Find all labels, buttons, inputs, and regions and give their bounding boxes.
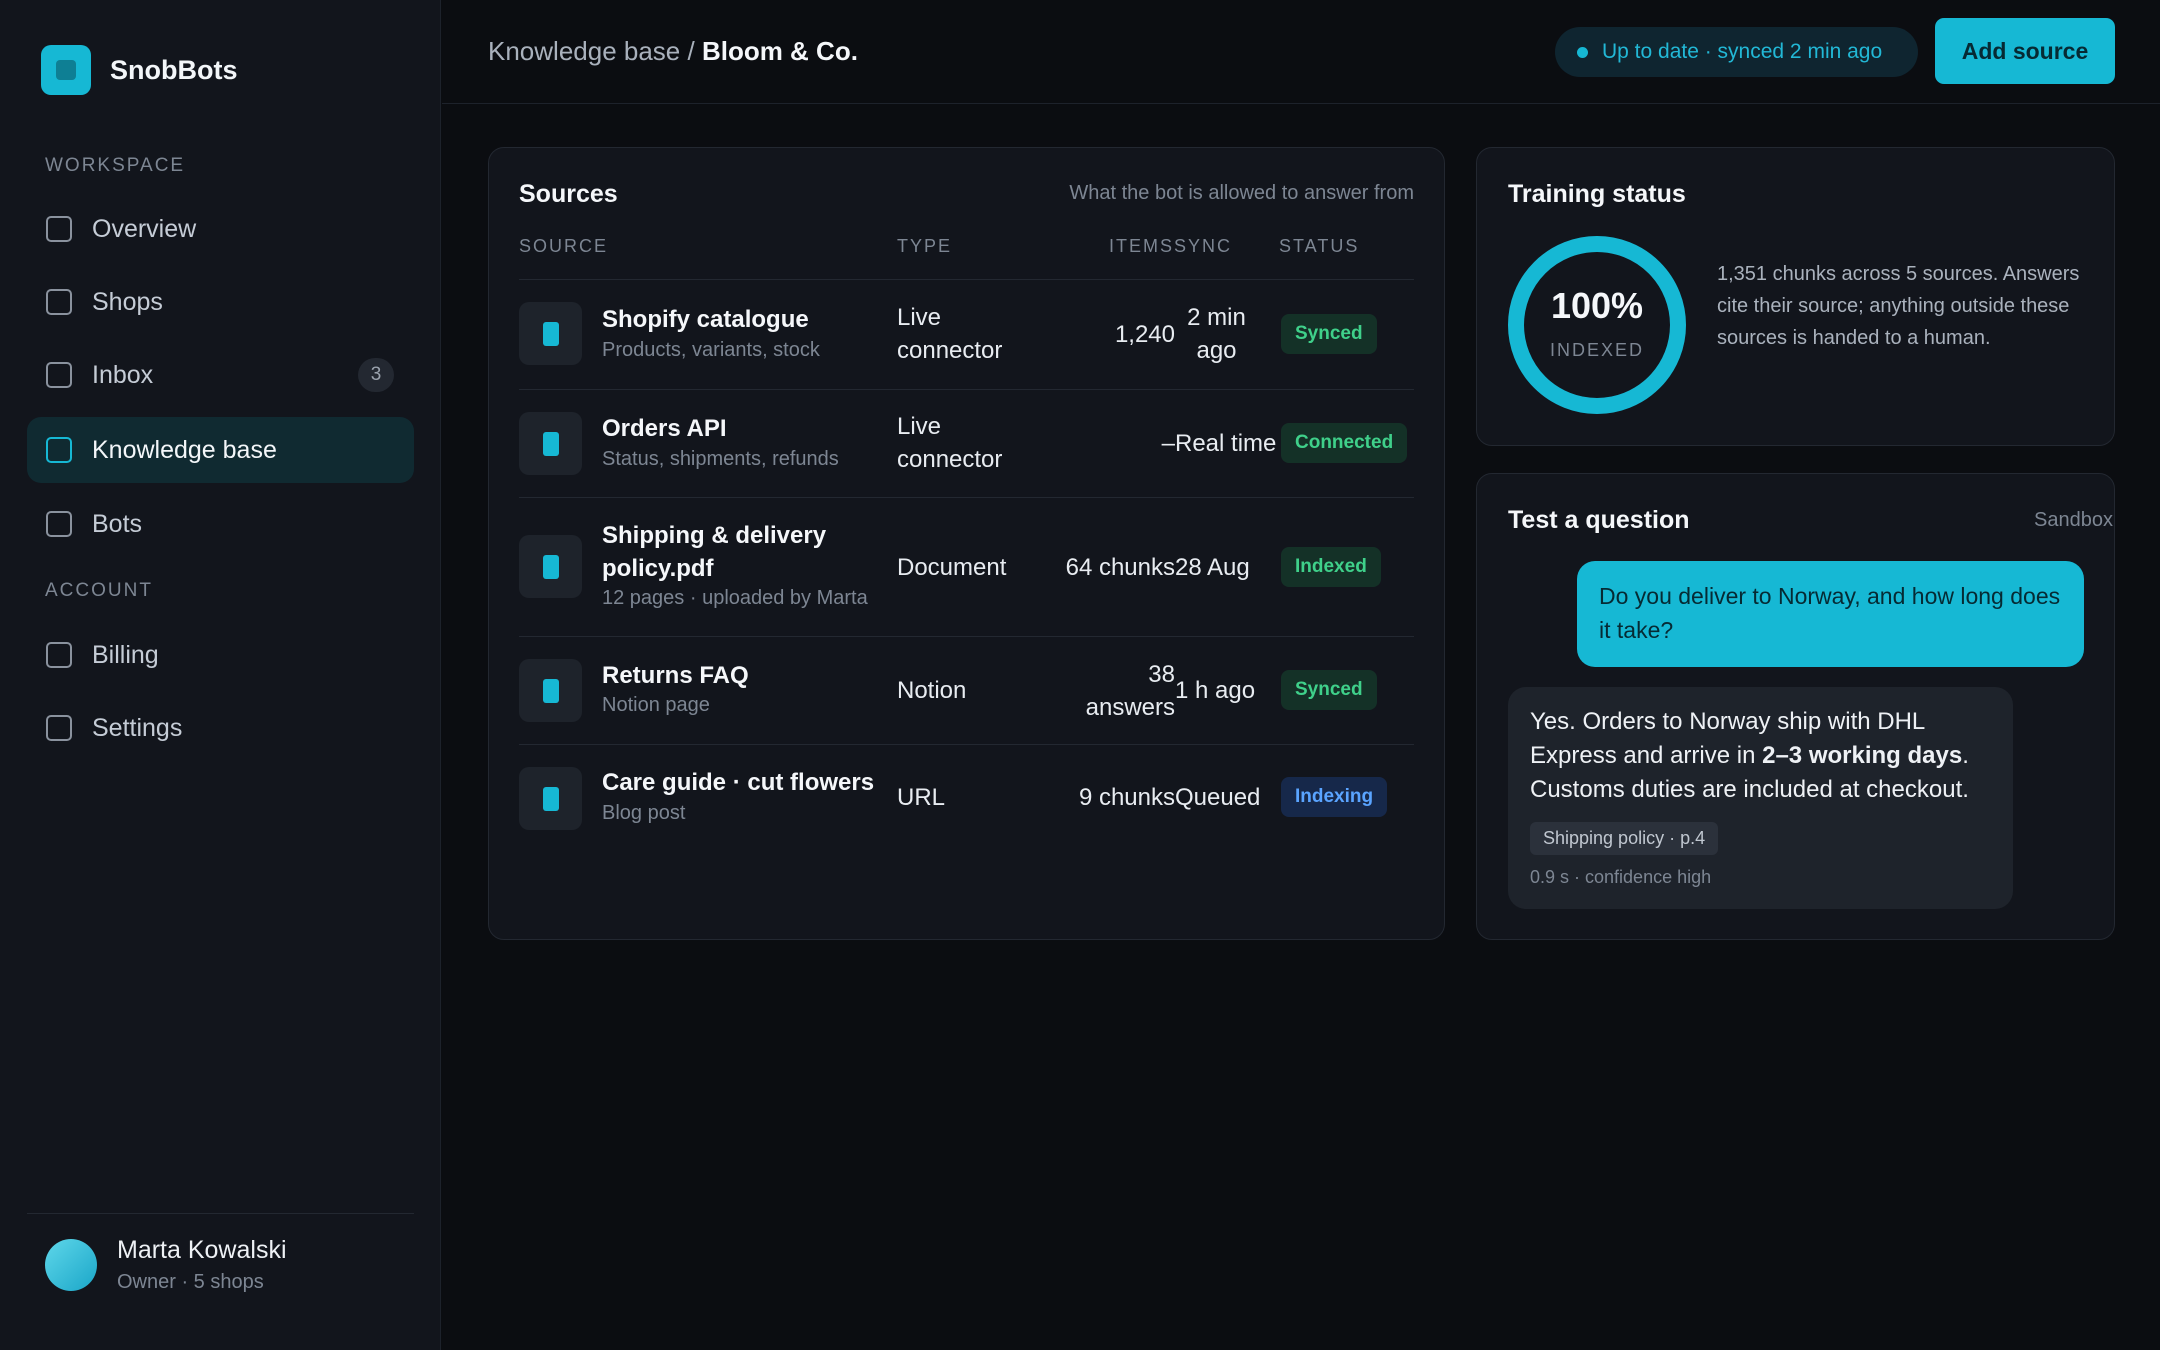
add-source-button[interactable]: Add source xyxy=(1935,18,2115,84)
column-header-sync: SYNC xyxy=(1174,236,1233,256)
knowledge-base-icon xyxy=(46,437,72,463)
source-description: Products, variants, stock xyxy=(602,339,820,361)
source-file-icon xyxy=(519,767,582,830)
citation-chip[interactable]: Shipping policy · p.4 xyxy=(1530,822,1719,855)
sources-hint: What the bot is allowed to answer from xyxy=(1069,182,1414,204)
avatar xyxy=(45,1239,97,1291)
sidebar-item-settings[interactable]: Settings xyxy=(27,695,414,761)
sidebar: SnobBots WORKSPACE Overview Shops Inbox … xyxy=(0,0,441,1350)
sidebar-item-label: Shops xyxy=(92,287,163,316)
inbox-icon xyxy=(46,362,72,388)
sidebar-item-knowledge-base[interactable]: Knowledge base xyxy=(27,417,414,483)
source-type: Document xyxy=(897,554,1007,581)
user-role: Owner · 5 shops xyxy=(117,1271,264,1293)
source-file-icon xyxy=(519,535,582,598)
source-items: 9 chunks xyxy=(1078,784,1175,811)
source-name: Returns FAQ xyxy=(602,662,749,689)
source-description: Status, shipments, refunds xyxy=(602,448,839,470)
status-dot-icon xyxy=(1577,46,1588,58)
training-percent: 100% xyxy=(1550,285,1644,326)
source-description: Notion page xyxy=(602,694,710,716)
source-file-icon xyxy=(519,659,582,722)
sidebar-item-shops[interactable]: Shops xyxy=(27,269,414,335)
user-name: Marta Kowalski xyxy=(117,1236,287,1264)
sidebar-item-bots[interactable]: Bots xyxy=(27,491,414,557)
sidebar-item-label: Bots xyxy=(92,509,143,538)
source-type: URL xyxy=(897,784,946,811)
sidebar-item-billing[interactable]: Billing xyxy=(27,622,414,688)
source-type: Live connector xyxy=(897,413,1003,473)
billing-icon xyxy=(46,642,72,668)
source-name: Care guide · cut flowers xyxy=(602,769,875,796)
bot-answer: Yes. Orders to Norway ship with DHL Expr… xyxy=(1530,708,1969,803)
divider xyxy=(519,279,1414,280)
brand-name: SnobBots xyxy=(110,54,238,85)
divider xyxy=(27,1213,414,1214)
status-badge: Synced xyxy=(1281,314,1377,354)
divider xyxy=(519,389,1414,390)
sidebar-item-overview[interactable]: Overview xyxy=(27,196,414,262)
sidebar-item-inbox[interactable]: Inbox 3 xyxy=(27,342,414,408)
source-items: 38 answers xyxy=(1085,661,1175,721)
column-header-source: SOURCE xyxy=(519,236,609,256)
divider xyxy=(519,744,1414,745)
column-header-items: ITEMS xyxy=(1109,236,1175,256)
sidebar-item-label: Inbox xyxy=(92,360,154,389)
source-sync: Real time xyxy=(1175,430,1277,457)
sources-title: Sources xyxy=(519,180,618,208)
user-message: Do you deliver to Norway, and how long d… xyxy=(1577,561,2084,667)
source-sync: 28 Aug xyxy=(1175,554,1250,581)
test-title: Test a question xyxy=(1508,506,1690,534)
bots-icon xyxy=(46,511,72,537)
sync-status-text: Up to date · synced 2 min ago xyxy=(1602,40,1883,63)
settings-icon xyxy=(46,715,72,741)
source-sync: 1 h ago xyxy=(1175,677,1256,704)
source-name: Orders API xyxy=(602,415,727,442)
divider xyxy=(519,497,1414,498)
source-file-icon xyxy=(519,412,582,475)
source-sync: Queued xyxy=(1175,784,1261,811)
source-description: 12 pages · uploaded by Marta xyxy=(602,587,868,609)
breadcrumb-parent[interactable]: Knowledge base / xyxy=(488,36,695,66)
status-badge: Indexed xyxy=(1281,547,1381,587)
source-type: Notion xyxy=(897,677,967,704)
sidebar-item-label: Settings xyxy=(92,713,183,742)
bot-message: Yes. Orders to Norway ship with DHL Expr… xyxy=(1508,687,2013,909)
column-header-type: TYPE xyxy=(897,236,953,256)
breadcrumb-current: Bloom & Co. xyxy=(701,36,858,66)
source-items: – xyxy=(1161,430,1175,457)
overview-icon xyxy=(46,216,72,242)
training-title: Training status xyxy=(1508,180,1686,208)
top-bar: Knowledge base / Bloom & Co. Up to date … xyxy=(442,0,2160,104)
status-badge: Connected xyxy=(1281,423,1408,463)
source-description: Blog post xyxy=(602,802,686,824)
training-description: 1,351 chunks across 5 sources. Answers c… xyxy=(1717,263,2080,349)
column-header-status: STATUS xyxy=(1279,236,1360,256)
training-label: INDEXED xyxy=(1549,340,1644,360)
sidebar-item-label: Billing xyxy=(92,640,159,669)
answer-meta: 0.9 s · confidence high xyxy=(1530,867,1712,887)
inbox-count-badge: 3 xyxy=(358,358,394,392)
divider xyxy=(519,636,1414,637)
breadcrumb: Knowledge base / Bloom & Co. xyxy=(488,36,858,67)
brand-logo-icon xyxy=(41,45,91,95)
source-type: Live connector xyxy=(897,304,1003,364)
sandbox-label: Sandbox xyxy=(2034,509,2113,531)
sidebar-item-label: Knowledge base xyxy=(92,435,277,464)
brand[interactable]: SnobBots xyxy=(41,45,238,95)
nav-section-account: ACCOUNT xyxy=(45,580,153,601)
sync-status-badge: Up to date · synced 2 min ago xyxy=(1555,27,1918,77)
source-items: 64 chunks xyxy=(1065,554,1175,581)
shops-icon xyxy=(46,289,72,315)
user-profile[interactable]: Marta Kowalski Owner · 5 shops xyxy=(45,1236,287,1294)
source-name: Shopify catalogue xyxy=(602,306,809,333)
source-sync: 2 min ago xyxy=(1187,304,1246,364)
source-name: Shipping & delivery policy.pdf xyxy=(602,522,827,582)
status-badge: Indexing xyxy=(1281,777,1388,817)
sidebar-item-label: Overview xyxy=(92,214,197,243)
source-file-icon xyxy=(519,302,582,365)
source-items: 1,240 xyxy=(1114,321,1175,348)
status-badge: Synced xyxy=(1281,670,1377,710)
nav-section-workspace: WORKSPACE xyxy=(45,155,186,176)
